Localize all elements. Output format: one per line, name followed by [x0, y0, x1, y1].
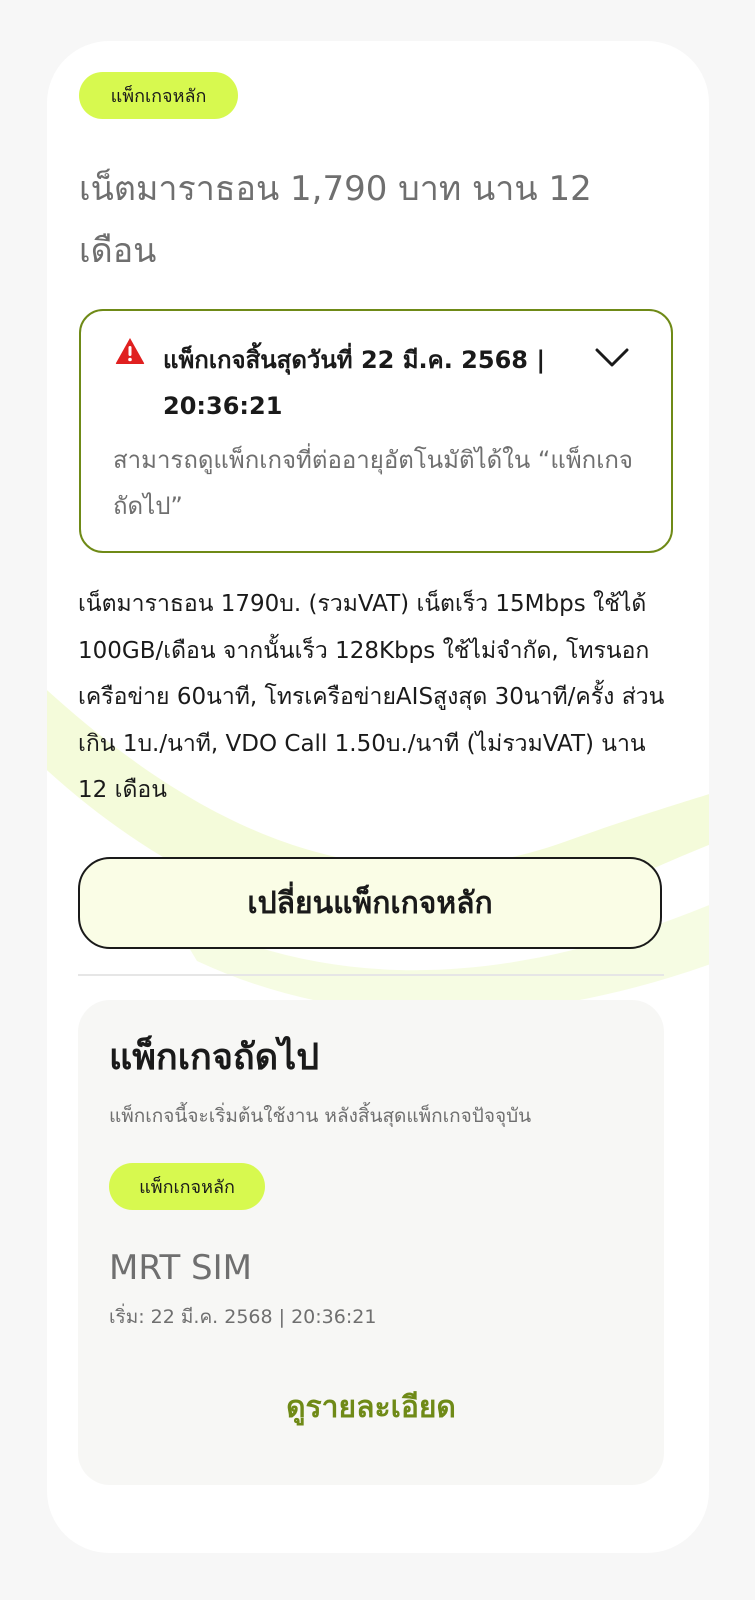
package-title: เน็ตมาราธอน 1,790 บาท นาน 12 เดือน — [79, 169, 592, 271]
next-package-heading: แพ็กเกจถัดไป — [109, 1037, 320, 1078]
package-card: แพ็กเกจหลัก เน็ตมาราธอน 1,790 บาท นาน 12… — [47, 41, 709, 1553]
next-package-start-date: เริ่ม: 22 มี.ค. 2568 | 20:36:21 — [109, 1306, 377, 1328]
expiry-alert-title: แพ็กเกจสิ้นสุดวันที่ 22 มี.ค. 2568 | 20:… — [163, 346, 546, 420]
expiry-alert[interactable]: แพ็กเกจสิ้นสุดวันที่ 22 มี.ค. 2568 | 20:… — [79, 309, 673, 553]
next-package-badge: แพ็กเกจหลัก — [109, 1163, 265, 1210]
main-package-badge: แพ็กเกจหลัก — [79, 72, 238, 119]
expiry-alert-description: สามารถดูแพ็กเกจที่ต่ออายุอัตโนมัติได้ใน … — [113, 446, 633, 520]
next-package-section: แพ็กเกจถัดไป แพ็กเกจนี้จะเริ่มต้นใช้งาน … — [78, 1000, 664, 1485]
package-description: เน็ตมาราธอน 1790บ. (รวมVAT) เน็ตเร็ว 15M… — [78, 591, 665, 803]
chevron-down-icon[interactable] — [595, 347, 629, 369]
view-details-link[interactable]: ดูรายละเอียด — [78, 1385, 664, 1431]
next-package-subtitle: แพ็กเกจนี้จะเริ่มต้นใช้งาน หลังสิ้นสุดแพ… — [109, 1105, 532, 1127]
warning-triangle-icon — [115, 338, 145, 364]
next-package-name: MRT SIM — [109, 1248, 253, 1288]
section-divider — [78, 974, 664, 976]
change-main-package-button[interactable]: เปลี่ยนแพ็กเกจหลัก — [78, 857, 662, 949]
